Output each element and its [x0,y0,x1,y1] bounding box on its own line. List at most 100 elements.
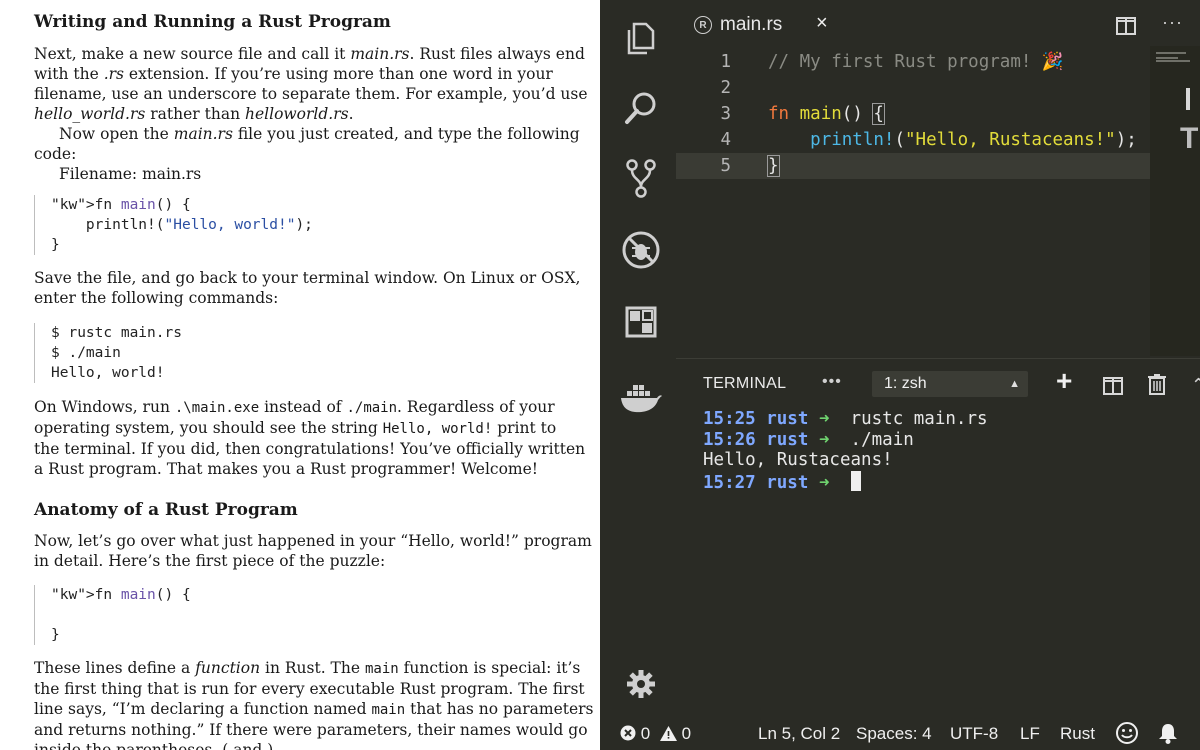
warning-icon [659,726,677,741]
paragraph-intro: Next, make a new source file and call it… [34,44,588,124]
text-line: hello_world.rs rather than helloworld.rs… [34,105,354,123]
paragraph-function: These lines define a function in Rust. T… [34,658,594,750]
code-line: } [51,237,60,253]
extensions-icon[interactable] [606,294,676,350]
text-line: operating system, you should see the str… [34,419,557,437]
panel-more-icon[interactable]: ••• [822,373,842,391]
cursor-position[interactable]: Ln 5, Col 2 [758,724,840,744]
tab-bar: R main.rs × ··· [676,0,1200,46]
debug-icon[interactable] [606,222,676,278]
close-icon[interactable]: × [816,12,828,35]
search-icon[interactable] [606,80,676,136]
text-line: inside the parentheses, ( and ). [34,741,279,750]
problems-indicator[interactable]: 0 0 [620,724,691,744]
split-editor-icon[interactable] [1116,17,1136,40]
tab-main-rs[interactable]: R main.rs [694,8,782,42]
warning-count: 0 [681,724,692,743]
paragraph-save-file: Save the file, and go back to your termi… [34,268,581,308]
trash-icon[interactable] [1148,373,1166,400]
text-line: Now open the main.rs file you just creat… [59,125,580,143]
tab-terminal[interactable]: TERMINAL [703,375,786,393]
maximize-panel-icon[interactable]: ⌃ [1191,375,1200,396]
text-line: Save the file, and go back to your termi… [34,269,581,287]
code-text: println!("Hello, Rustaceans!"); [810,130,1137,150]
terminal-line: 15:25 rust ➜ rustc main.rs [703,409,988,429]
code-area[interactable]: 1 // My first Rust program! 🎉 2 3 fn main() … [676,46,1200,356]
text-line: enter the following commands: [34,289,279,307]
editor-line[interactable]: 4 println!("Hello, Rustaceans!"); [676,127,1200,153]
select-arrows-icon: ▲ [1009,378,1020,390]
terminal-line: 15:26 rust ➜ ./main [703,429,914,450]
minimap[interactable] [1150,46,1200,356]
code-text: } [767,155,780,177]
terminal-line: 15:27 rust ➜ [703,470,988,493]
error-count: 0 [640,724,651,743]
editor-line[interactable]: 5} [676,153,1150,179]
text-line: filename, use an underscore to separate … [34,85,588,103]
line-number: 4 [720,130,731,150]
feedback-smiley-icon[interactable] [1116,722,1138,749]
code-editor-window: R main.rs × ··· 1 // My first Rust progra… [600,0,1200,750]
section-heading: Writing and Running a Rust Program [34,12,391,32]
indentation-setting[interactable]: Spaces: 4 [856,724,932,744]
new-terminal-button[interactable]: + [1056,367,1072,395]
bell-icon[interactable] [1158,722,1178,749]
document-pane: Writing and Running a Rust Program Next,… [0,0,600,750]
text-line: a Rust program. That makes you a Rust pr… [34,460,539,478]
code-text: fn main() { [768,103,885,125]
activity-bar [606,0,676,716]
files-icon[interactable] [606,10,676,66]
tab-label: main.rs [720,14,783,35]
code-line: } [51,627,60,643]
docker-icon[interactable] [606,370,676,426]
scrollbar-thumb[interactable] [1186,88,1190,110]
eol-setting[interactable]: LF [1020,724,1040,744]
terminal-cursor [850,470,861,491]
split-terminal-icon[interactable] [1103,377,1123,400]
code-line: Hello, world! [51,365,165,381]
text-line: code: [34,145,77,163]
code-text: // My first Rust program! 🎉 [768,52,1064,72]
terminal-panel: TERMINAL ••• 1: zsh ▲ + ⌃ 15:25 rust ➜ r… [676,358,1200,716]
paragraph-windows: On Windows, run .\main.exe instead of ./… [34,397,586,479]
terminal-select[interactable]: 1: zsh ▲ [872,371,1028,397]
text-line: the terminal. If you did, then congratul… [34,440,586,458]
section-heading-anatomy: Anatomy of a Rust Program [34,500,298,520]
text-line: These lines define a function in Rust. T… [34,659,581,677]
text-line: with the .rs extension. If you’re using … [34,65,553,83]
code-line: "kw">fn main() { [51,587,191,603]
paragraph-open-file: Now open the main.rs file you just creat… [34,124,580,164]
terminal-output[interactable]: 15:25 rust ➜ rustc main.rs 15:26 rust ➜ .… [703,409,988,493]
source-control-icon[interactable] [606,150,676,206]
status-bar: 0 0 Ln 5, Col 2 Spaces: 4 UTF-8 LF Rust [606,716,1200,750]
more-actions-icon[interactable]: ··· [1162,12,1183,33]
line-number: 2 [720,78,731,98]
editor-line[interactable]: 3 fn main() { [676,101,1200,127]
error-icon [620,725,636,741]
code-block-hello-world: "kw">fn main() { println!("Hello, world!… [34,195,554,255]
filename-label: Filename: main.rs [59,165,202,183]
code-line: $ rustc main.rs [51,325,182,341]
text-line: On Windows, run .\main.exe instead of ./… [34,398,555,416]
text-line: in detail. Here’s the first piece of the… [34,552,386,570]
code-block-main: "kw">fn main() { ​} [34,585,554,645]
text-line: the first thing that is run for every ex… [34,680,585,698]
editor-line[interactable]: 1 // My first Rust program! 🎉 [676,49,1200,75]
code-block-commands: $ rustc main.rs $ ./main Hello, world! [34,323,554,383]
gear-icon[interactable] [606,656,676,712]
rust-file-icon: R [694,16,712,34]
line-number: 1 [720,52,731,72]
code-line: ​ [51,605,554,625]
text-line: Next, make a new source file and call it… [34,45,585,63]
language-mode[interactable]: Rust [1060,724,1095,744]
text-line: Now, let’s go over what just happened in… [34,532,592,550]
text-line: line says, “I’m declaring a function nam… [34,700,594,718]
terminal-select-value: 1: zsh [884,375,927,392]
editor-line[interactable]: 2 [676,75,1200,101]
paragraph-anatomy: Now, let’s go over what just happened in… [34,531,592,571]
terminal-line: Hello, Rustaceans! [703,450,893,470]
code-line: println!("Hello, world!"); [51,217,313,233]
line-number: 3 [720,104,731,124]
code-line: $ ./main [51,345,121,361]
encoding-setting[interactable]: UTF-8 [950,724,998,744]
